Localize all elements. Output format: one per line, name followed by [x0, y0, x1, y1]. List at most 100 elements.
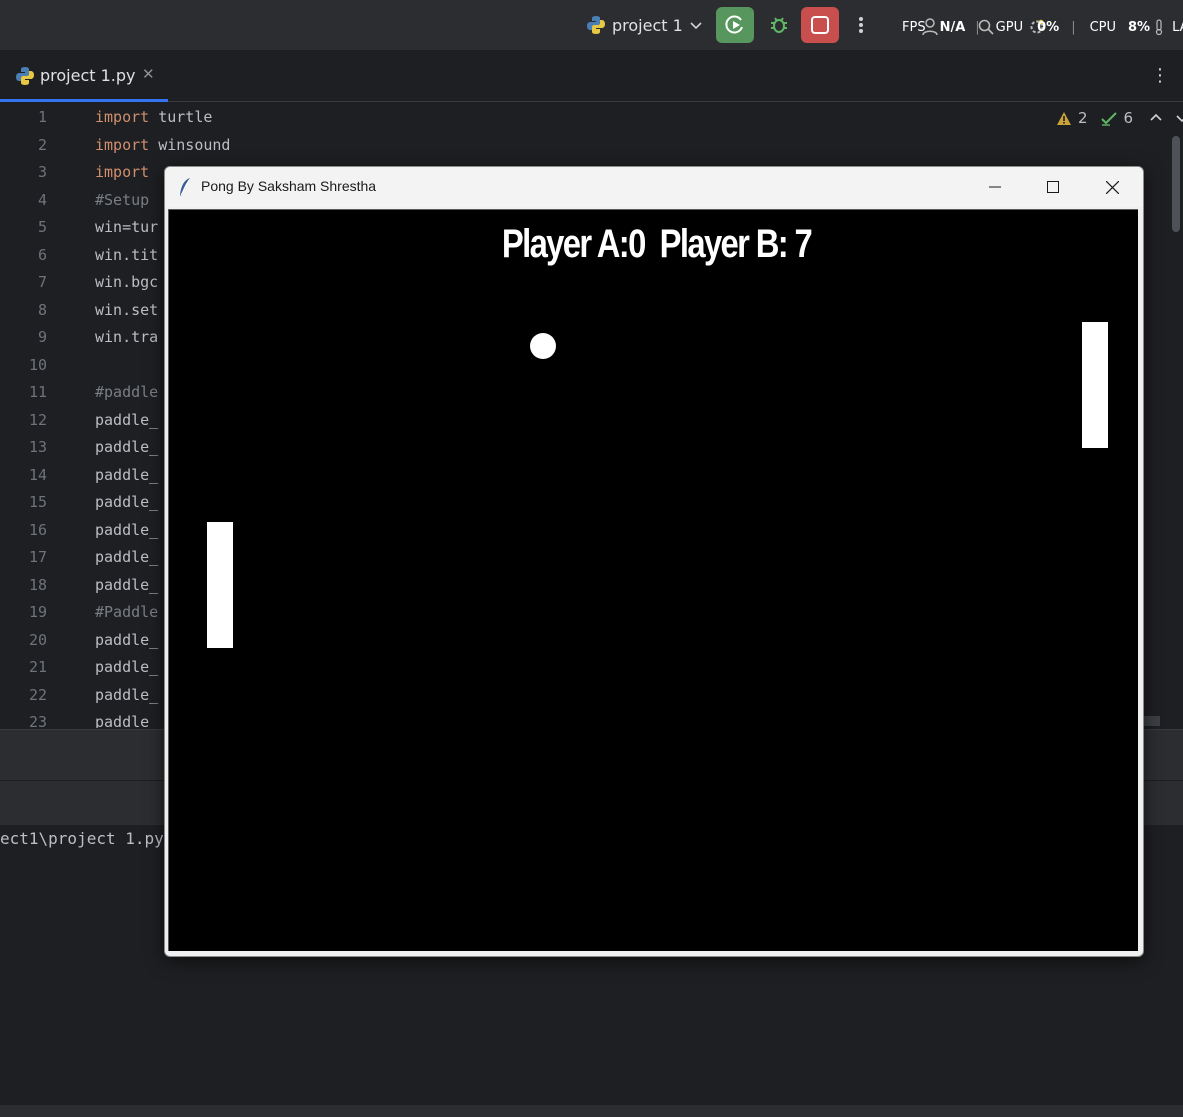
- project-name: project 1: [612, 15, 683, 35]
- line-number: 20: [28, 630, 47, 649]
- code-text: win.tra: [95, 328, 159, 346]
- line-number: 5: [37, 218, 47, 236]
- thermometer-icon: [1155, 19, 1163, 35]
- kebab-menu-icon: [859, 17, 863, 33]
- code-line[interactable]: paddle_: [95, 548, 158, 566]
- code-line[interactable]: paddle_: [95, 686, 158, 704]
- pong-window[interactable]: Pong By Saksham Shrestha Player A:0 Play…: [164, 166, 1144, 957]
- code-line[interactable]: win.bgc: [95, 273, 158, 291]
- ide-toolbar: project 1 FPS N/A | GPU 0% | CPU 8% LAT: [0, 0, 1183, 51]
- gpu-value: 0%: [1037, 19, 1060, 35]
- code-line[interactable]: win.tit: [95, 246, 158, 264]
- line-number: 7: [37, 273, 47, 291]
- bug-icon: [771, 17, 787, 33]
- code-text: paddle_: [95, 658, 159, 676]
- code-line[interactable]: #Paddle: [95, 603, 158, 621]
- more-actions-button[interactable]: [846, 7, 876, 43]
- line-number: 17: [28, 548, 47, 566]
- code-line[interactable]: import turtle: [95, 108, 212, 126]
- code-text: paddle_: [95, 548, 159, 566]
- maximize-icon: [1047, 181, 1059, 193]
- chevron-down-icon[interactable]: [1175, 111, 1183, 125]
- user-icon: [921, 18, 938, 36]
- keyword-token: import: [95, 163, 150, 181]
- code-line[interactable]: import: [95, 163, 149, 181]
- line-number: 11: [28, 383, 47, 401]
- project-selector[interactable]: project 1: [586, 13, 703, 37]
- warning-count: 2: [1078, 109, 1088, 127]
- code-text: paddle_: [95, 438, 159, 456]
- keyword-token: import: [95, 135, 150, 154]
- game-canvas[interactable]: Player A:0 Player B: 7: [168, 209, 1138, 951]
- code-line[interactable]: paddle_: [95, 411, 158, 429]
- feather-icon: [180, 178, 190, 196]
- line-number: 15: [28, 493, 47, 511]
- code-text: #Paddle: [95, 603, 159, 621]
- code-text: winsound: [149, 135, 231, 154]
- line-number: 14: [28, 465, 47, 484]
- code-line[interactable]: paddle_: [95, 466, 158, 484]
- line-number: 8: [37, 300, 47, 319]
- line-number: 21: [28, 658, 47, 676]
- line-number: 4: [37, 190, 47, 209]
- code-text: paddle: [95, 713, 150, 728]
- fps-value: N/A: [939, 19, 966, 35]
- ball: [530, 333, 556, 359]
- cpu-value: 8%: [1128, 19, 1151, 35]
- code-text: paddle_: [95, 575, 159, 594]
- code-line[interactable]: #paddle: [95, 383, 158, 401]
- line-number: 16: [28, 520, 47, 539]
- line-number: 1: [37, 108, 47, 126]
- python-file-icon: [16, 67, 34, 85]
- code-line[interactable]: paddle_: [95, 438, 158, 456]
- inspection-widget[interactable]: 2 6: [1056, 109, 1183, 127]
- code-text: paddle_: [95, 520, 159, 539]
- stop-button[interactable]: [801, 7, 839, 43]
- code-text: win.tit: [95, 245, 159, 264]
- rerun-button[interactable]: [716, 7, 754, 43]
- close-button[interactable]: [1083, 167, 1141, 207]
- code-line[interactable]: win.tra: [95, 328, 158, 346]
- cpu-label: CPU: [1089, 19, 1117, 35]
- minimize-button[interactable]: [966, 167, 1024, 207]
- code-text: #paddle: [95, 383, 159, 401]
- code-line[interactable]: paddle_: [95, 631, 158, 649]
- paddle-b: [1082, 322, 1108, 448]
- tabs-more-icon[interactable]: ⋮: [1151, 65, 1169, 86]
- line-number: 12: [28, 410, 47, 429]
- code-text: paddle_: [95, 493, 159, 511]
- paddle-a: [207, 522, 233, 648]
- code-line[interactable]: paddle_: [95, 493, 158, 511]
- code-line[interactable]: #Setup: [95, 191, 149, 209]
- warning-icon: [1057, 111, 1071, 125]
- tab-project-1-py[interactable]: project 1.py ✕: [0, 51, 168, 102]
- code-line[interactable]: paddle_: [95, 658, 158, 676]
- ok-count: 6: [1123, 109, 1134, 127]
- editor-tabs: project 1.py ✕ ⋮: [0, 51, 1183, 102]
- line-number: 9: [37, 328, 47, 346]
- chevron-up-icon[interactable]: [1149, 111, 1163, 125]
- code-line[interactable]: paddle_: [95, 576, 158, 594]
- code-text: paddle_: [95, 410, 159, 429]
- code-text: win=tur: [95, 218, 159, 236]
- chevron-down-icon: [690, 22, 702, 30]
- window-titlebar[interactable]: Pong By Saksham Shrestha: [165, 167, 1143, 207]
- python-icon: [587, 16, 605, 34]
- debug-button[interactable]: [760, 7, 798, 43]
- vertical-scrollbar[interactable]: [1172, 136, 1180, 232]
- code-line[interactable]: paddle: [95, 713, 149, 728]
- gpu-label: GPU: [995, 19, 1024, 35]
- line-number: 13: [28, 438, 47, 456]
- code-line[interactable]: win.set: [95, 301, 158, 319]
- maximize-button[interactable]: [1024, 167, 1082, 207]
- line-number: 10: [28, 355, 47, 374]
- code-line[interactable]: win=tur: [95, 218, 158, 236]
- close-tab-icon[interactable]: ✕: [142, 65, 155, 83]
- code-line[interactable]: import winsound: [95, 136, 230, 154]
- line-number: 19: [28, 603, 47, 621]
- code-line[interactable]: paddle_: [95, 521, 158, 539]
- line-number: 6: [37, 245, 47, 264]
- status-bar: [0, 1105, 1183, 1117]
- search-icon: [978, 19, 994, 35]
- stop-icon: [811, 16, 829, 34]
